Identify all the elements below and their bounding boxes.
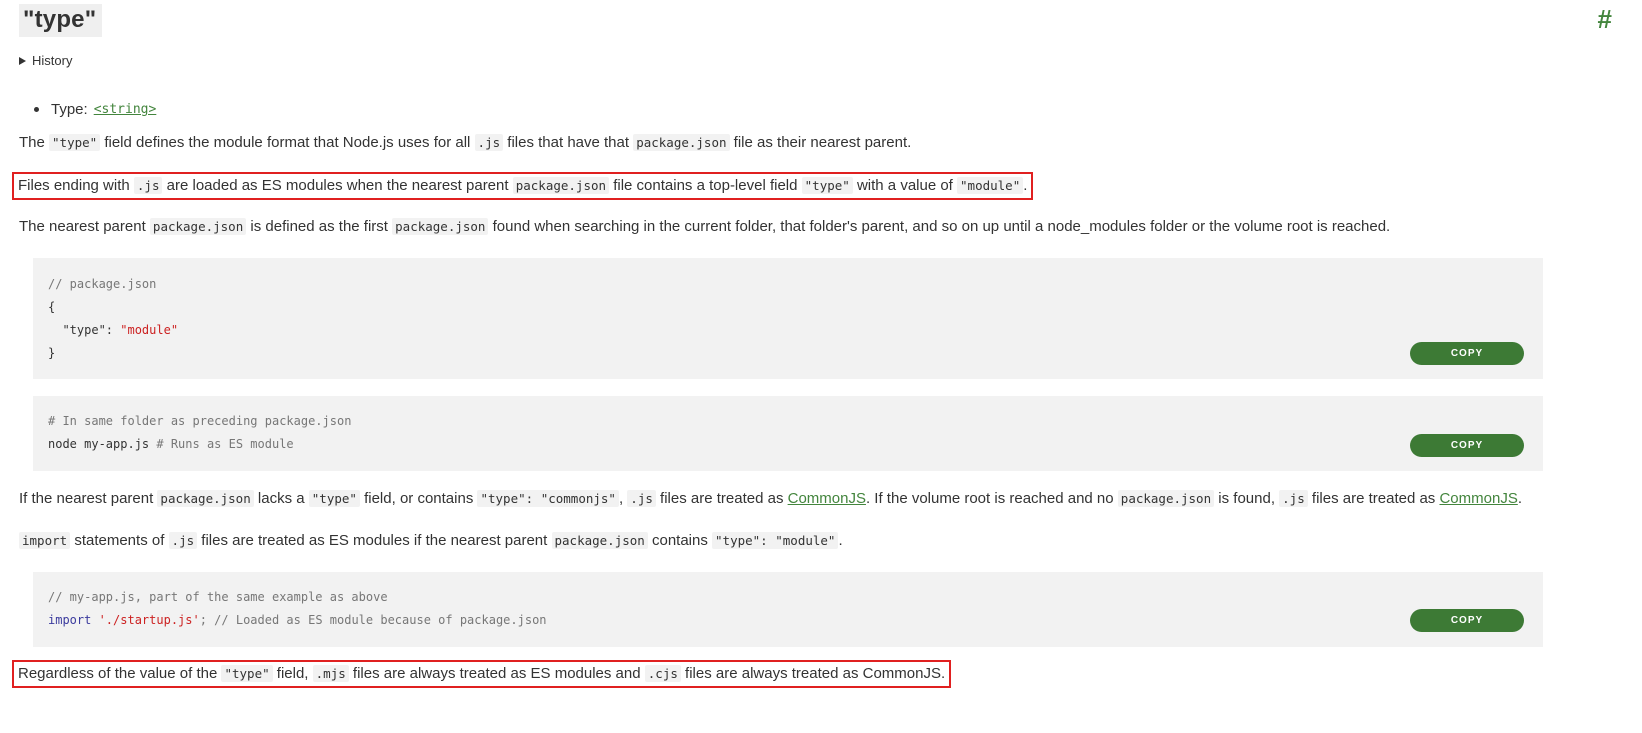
inline-code: "type" — [308, 490, 360, 507]
paragraph-type-field: The "type" field defines the module form… — [19, 133, 911, 153]
text: statements of — [70, 532, 169, 549]
code-text: node my-app.js — [48, 437, 150, 451]
code-key: "type" — [48, 323, 106, 337]
code-block-package-json: // package.json { "type": "module" } COP… — [33, 258, 1543, 379]
triangle-right-icon — [19, 56, 26, 65]
bullet-icon — [34, 107, 39, 112]
inline-code: "type" — [801, 177, 853, 194]
paragraph-mjs-cjs: Regardless of the value of the "type" fi… — [12, 660, 952, 688]
inline-code: package.json — [157, 490, 254, 507]
text: . — [838, 532, 843, 549]
inline-code: .cjs — [644, 665, 681, 682]
code-block-my-app: // my-app.js, part of the same example a… — [33, 572, 1543, 647]
text: The nearest parent — [19, 218, 150, 235]
text: lacks a — [253, 490, 309, 507]
inline-code: package.json — [512, 177, 610, 194]
inline-code: "type" — [221, 665, 273, 682]
anchor-link[interactable]: # — [1598, 4, 1612, 35]
text: files are treated as — [1307, 490, 1440, 507]
text: field, — [272, 665, 313, 682]
text: The — [19, 134, 50, 151]
text: files that have that — [503, 134, 634, 151]
text: If the nearest parent — [19, 490, 158, 507]
history-label: History — [32, 53, 73, 68]
text: Regardless of the value of the — [18, 665, 222, 682]
inline-code: .mjs — [312, 665, 349, 682]
code-comment: ; // Loaded as ES module because of pack… — [199, 613, 547, 627]
inline-code: "type": "commonjs" — [477, 490, 619, 507]
code-text: : — [105, 323, 121, 337]
code-text: { — [48, 300, 56, 314]
text: file as their nearest parent. — [729, 134, 912, 151]
code-comment: // package.json — [48, 277, 157, 291]
text: are loaded as ES modules when the neares… — [162, 177, 513, 194]
inline-code: "module" — [957, 177, 1024, 194]
code-content: // package.json { "type": "module" } — [48, 273, 178, 365]
inline-code: "type" — [49, 134, 101, 151]
type-label: Type: — [51, 101, 88, 118]
code-block-shell: # In same folder as preceding package.js… — [33, 396, 1543, 471]
inline-code: .js — [1279, 490, 1308, 507]
text: . — [1023, 177, 1028, 194]
inline-code: .js — [168, 532, 198, 549]
inline-code: package.json — [1117, 490, 1215, 507]
code-comment: // my-app.js, part of the same example a… — [48, 590, 388, 604]
inline-code: import — [19, 532, 71, 549]
text: with a value of — [852, 177, 958, 194]
text: is found, — [1214, 490, 1280, 507]
code-comment: # In same folder as preceding package.js… — [48, 414, 352, 428]
code-text: } — [48, 346, 56, 360]
inline-code: .js — [133, 177, 163, 194]
text: file contains a top-level field — [609, 177, 802, 194]
inline-code: package.json — [551, 532, 648, 549]
type-list-item: Type: <string> — [34, 101, 156, 118]
history-toggle[interactable]: History — [19, 53, 72, 68]
commonjs-link[interactable]: CommonJS — [1439, 490, 1517, 507]
code-content: // my-app.js, part of the same example a… — [48, 586, 547, 632]
inline-code: "type": "module" — [712, 532, 839, 549]
commonjs-link[interactable]: CommonJS — [788, 490, 866, 507]
code-content: # In same folder as preceding package.js… — [48, 410, 351, 456]
text: Files ending with — [18, 177, 134, 194]
inline-code: .js — [627, 490, 656, 507]
text: found when searching in the current fold… — [488, 218, 1391, 235]
paragraph-commonjs: If the nearest parent package.json lacks… — [19, 489, 1522, 509]
copy-button[interactable]: COPY — [1410, 434, 1524, 457]
text: field, or contains — [359, 490, 478, 507]
paragraph-import-statements: import statements of .js files are treat… — [19, 531, 843, 551]
code-keyword: import — [48, 613, 92, 627]
copy-button[interactable]: COPY — [1410, 609, 1524, 632]
text: files are always treated as ES modules a… — [348, 665, 645, 682]
text: contains — [647, 532, 713, 549]
code-comment: # Runs as ES module — [149, 437, 294, 451]
inline-code: .js — [474, 134, 504, 151]
text: field defines the module format that Nod… — [100, 134, 475, 151]
code-string: './startup.js' — [91, 613, 200, 627]
section-title: "type" — [19, 4, 103, 37]
text: files are always treated as CommonJS. — [680, 665, 946, 682]
text: is defined as the first — [246, 218, 393, 235]
text: files are treated as ES modules if the n… — [197, 532, 552, 549]
inline-code: package.json — [149, 218, 247, 235]
code-string: "module" — [120, 323, 179, 337]
inline-code: package.json — [392, 218, 489, 235]
text: . — [1517, 490, 1522, 507]
paragraph-nearest-parent: The nearest parent package.json is defin… — [19, 217, 1390, 237]
type-string-link[interactable]: <string> — [94, 102, 157, 117]
text: . If the volume root is reached and no — [865, 490, 1118, 507]
paragraph-js-es-modules: Files ending with .js are loaded as ES m… — [12, 172, 1034, 200]
text: files are treated as — [655, 490, 788, 507]
inline-code: package.json — [633, 134, 730, 151]
copy-button[interactable]: COPY — [1410, 342, 1524, 365]
